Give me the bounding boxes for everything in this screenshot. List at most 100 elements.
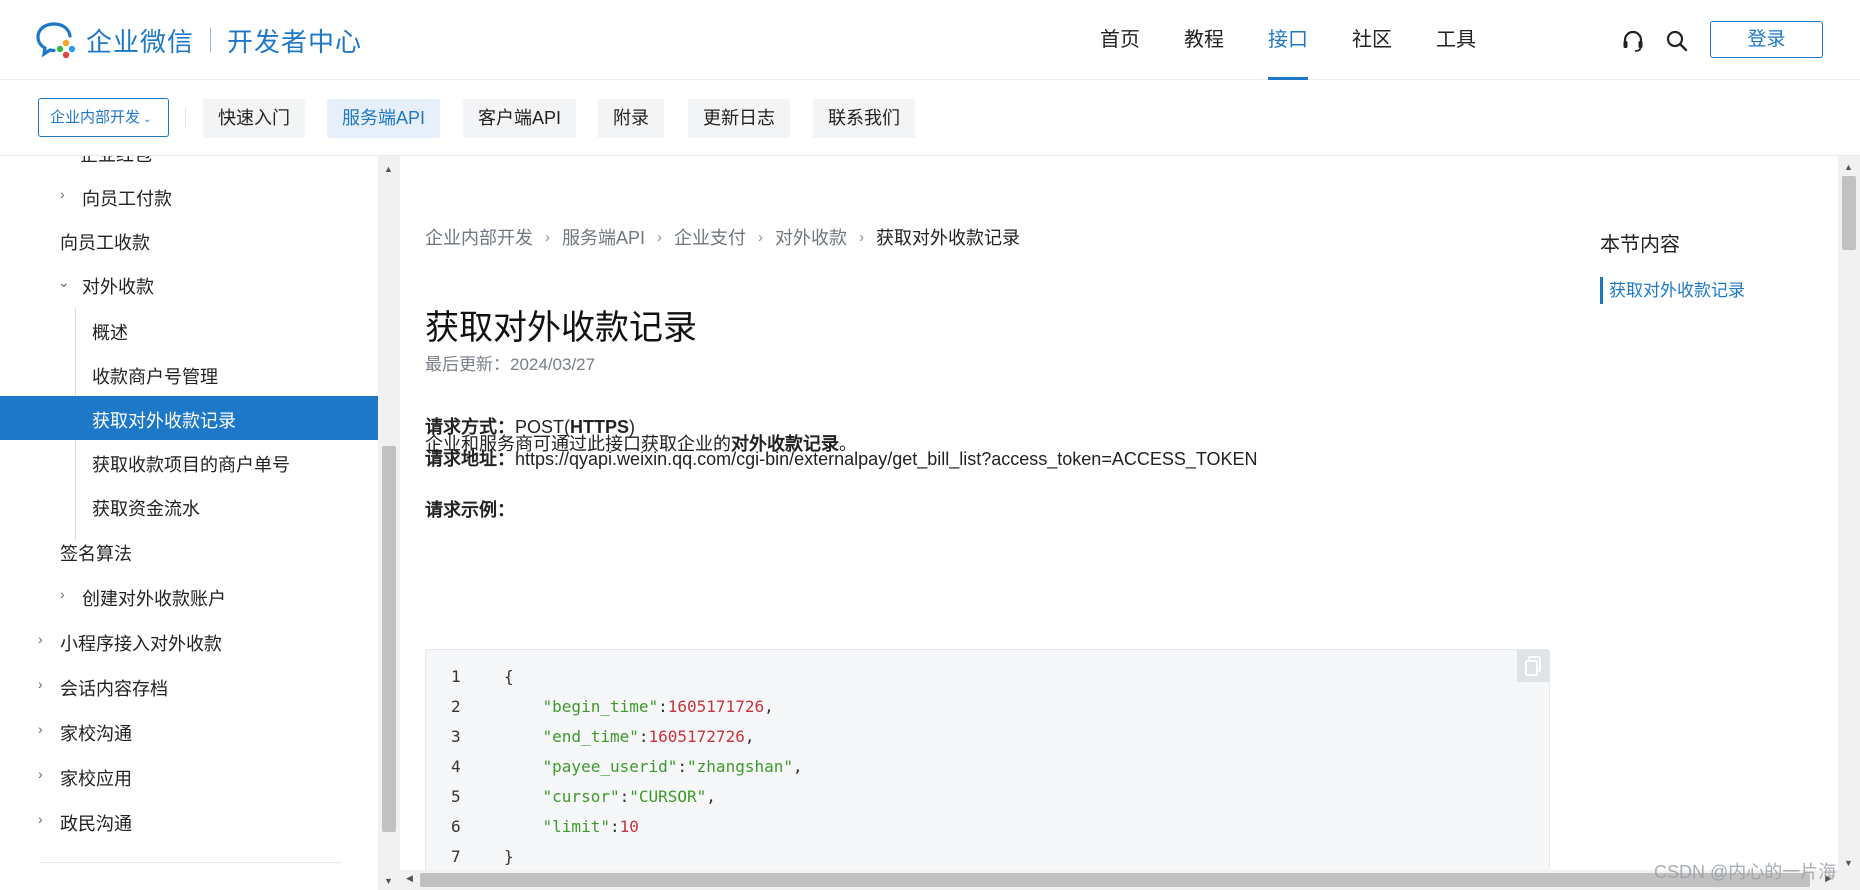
nav-api[interactable]: 接口 — [1268, 0, 1308, 80]
chevron-right-icon: › — [38, 766, 43, 782]
code-punctuation: , — [706, 787, 716, 806]
main-nav: 首页 教程 接口 社区 工具 — [1100, 0, 1520, 80]
sidebar-item-merchant-order-no[interactable]: 获取收款项目的商户单号 — [0, 440, 378, 484]
sidebar-item-create-account[interactable]: › 创建对外收款账户 — [0, 574, 378, 618]
code-source: "limit":10 — [504, 812, 639, 842]
tab-client-api[interactable]: 客户端API — [463, 99, 577, 138]
code-source: { — [504, 662, 514, 692]
toc-item[interactable]: 获取对外收款记录 — [1600, 277, 1745, 304]
headset-support-icon[interactable] — [1620, 28, 1646, 54]
nav-tools[interactable]: 工具 — [1436, 0, 1476, 80]
breadcrumb-item[interactable]: 企业内部开发 — [425, 224, 533, 250]
scroll-up-arrow-icon[interactable]: ▲ — [1844, 162, 1853, 172]
subnav-divider — [185, 108, 186, 128]
code-source: "payee_userid":"zhangshan", — [504, 752, 803, 782]
sidebar-item-overview[interactable]: 概述 — [0, 308, 378, 352]
brand-logo[interactable]: 企业微信 开发者中心 — [36, 20, 362, 60]
sidebar-item-pay-employee[interactable]: › 向员工付款 — [0, 174, 378, 218]
sidebar-item-merchant-management[interactable]: 收款商户号管理 — [0, 352, 378, 396]
copy-button[interactable] — [1517, 650, 1549, 682]
nav-home[interactable]: 首页 — [1100, 0, 1140, 80]
sidebar-item-label: 向员工收款 — [60, 233, 150, 253]
sidebar-item-label: 收款商户号管理 — [92, 367, 218, 387]
sidebar-item-label: 家校沟通 — [60, 724, 132, 744]
tab-contact-us[interactable]: 联系我们 — [813, 99, 915, 138]
chevron-down-icon: ⌄ — [58, 156, 70, 159]
breadcrumb-item[interactable]: 企业支付 — [674, 224, 746, 250]
sidebar-item-school-communication[interactable]: › 家校沟通 — [0, 709, 378, 753]
tab-changelog[interactable]: 更新日志 — [688, 99, 790, 138]
dev-scope-dropdown[interactable]: 企业内部开发 ⌄ — [38, 98, 169, 137]
breadcrumb-item[interactable]: 服务端API — [562, 224, 645, 250]
chevron-right-icon: › — [859, 228, 865, 246]
login-button[interactable]: 登录 — [1710, 21, 1823, 58]
sidebar-nav: ⌄ 企业红包 › 向员工付款 向员工收款 ⌄ 对外收款 概述 收款商户号管理 获… — [0, 156, 378, 890]
sidebar-item-gov-communication[interactable]: › 政民沟通 — [0, 799, 378, 843]
watermark: CSDN @内心的一片海 — [1654, 862, 1837, 882]
code-source: "cursor":"CURSOR", — [504, 782, 716, 812]
breadcrumb-item[interactable]: 对外收款 — [775, 224, 847, 250]
sidebar-item-label: 会话内容存档 — [60, 679, 168, 699]
breadcrumb-current: 获取对外收款记录 — [876, 228, 1021, 248]
tab-appendix[interactable]: 附录 — [598, 99, 664, 138]
line-number: 1 — [451, 667, 461, 686]
chevron-right-icon: › — [657, 228, 663, 246]
main-hscroll-thumb[interactable] — [420, 873, 1810, 887]
code-key: "limit" — [542, 817, 610, 836]
main-vscroll-thumb[interactable] — [1842, 176, 1856, 250]
sidebar-item-corporate-redpacket[interactable]: ⌄ 企业红包 — [0, 156, 378, 174]
sidebar-scroll-thumb[interactable] — [382, 446, 396, 832]
scroll-left-arrow-icon[interactable]: ◀ — [406, 873, 413, 884]
nav-community[interactable]: 社区 — [1352, 0, 1392, 80]
code-value: "CURSOR" — [629, 787, 707, 806]
sidebar-scrollbar[interactable]: ▲ ▼ — [378, 156, 400, 890]
main-horizontal-scrollbar[interactable]: ◀ ▶ — [400, 870, 1838, 890]
nav-tutorials[interactable]: 教程 — [1184, 0, 1224, 80]
last-updated-label: 最后更新： — [425, 355, 510, 374]
brand-subtitle: 开发者中心 — [227, 26, 363, 57]
search-icon[interactable] — [1664, 28, 1690, 54]
sidebar-item-label: 创建对外收款账户 — [82, 589, 226, 609]
main-content: 企业内部开发 › 服务端API › 企业支付 › 对外收款 › 获取对外收款记录… — [400, 156, 1838, 870]
scroll-up-arrow-icon[interactable]: ▲ — [384, 164, 393, 174]
sidebar-item-fund-flow[interactable]: 获取资金流水 — [0, 484, 378, 528]
sidebar-item-school-apps[interactable]: › 家校应用 — [0, 754, 378, 798]
sidebar-item-label: 签名算法 — [60, 544, 132, 564]
request-method-protocol: HTTPS — [570, 417, 630, 437]
main-vertical-scrollbar[interactable]: ▲ ▼ — [1838, 156, 1860, 890]
sidebar-item-collect-employee[interactable]: 向员工收款 — [0, 218, 378, 262]
code-separator: : — [609, 817, 620, 836]
request-example-label: 请求示例： — [425, 500, 515, 520]
copy-icon — [1525, 656, 1541, 676]
code-punctuation: , — [744, 727, 755, 746]
sidebar-item-label: 获取对外收款记录 — [92, 411, 236, 431]
code-separator: : — [638, 727, 649, 746]
brand-divider — [210, 28, 212, 52]
request-method-prefix: POST( — [515, 417, 571, 437]
scroll-down-arrow-icon[interactable]: ▼ — [1844, 858, 1853, 868]
code-value: 1605171726 — [667, 697, 765, 716]
code-separator: : — [619, 787, 630, 806]
request-method: 请求方式：POST(HTTPS) — [425, 413, 635, 439]
sidebar-item-label: 家校应用 — [60, 769, 132, 789]
code-punctuation: { — [504, 667, 514, 686]
line-number: 4 — [451, 757, 461, 776]
chevron-down-icon: ⌄ — [58, 274, 70, 290]
code-value: "zhangshan" — [687, 757, 793, 776]
tab-server-api[interactable]: 服务端API — [327, 99, 441, 138]
sidebar-item-signature-algorithm[interactable]: 签名算法 — [0, 529, 378, 573]
line-number: 3 — [451, 727, 461, 746]
sidebar-item-session-archive[interactable]: › 会话内容存档 — [0, 664, 378, 708]
sidebar-item-external-payment[interactable]: ⌄ 对外收款 — [0, 262, 378, 306]
code-key: "begin_time" — [542, 697, 659, 716]
tab-quick-start[interactable]: 快速入门 — [203, 99, 305, 138]
sidebar-item-get-bill-list[interactable]: 获取对外收款记录 — [0, 396, 378, 440]
request-url: 请求地址：https://qyapi.weixin.qq.com/cgi-bin… — [425, 445, 1258, 471]
scroll-down-arrow-icon[interactable]: ▼ — [384, 876, 393, 886]
chevron-down-icon: ⌄ — [143, 114, 152, 125]
line-number: 6 — [451, 817, 461, 836]
sidebar-item-miniprogram-payment[interactable]: › 小程序接入对外收款 — [0, 619, 378, 663]
